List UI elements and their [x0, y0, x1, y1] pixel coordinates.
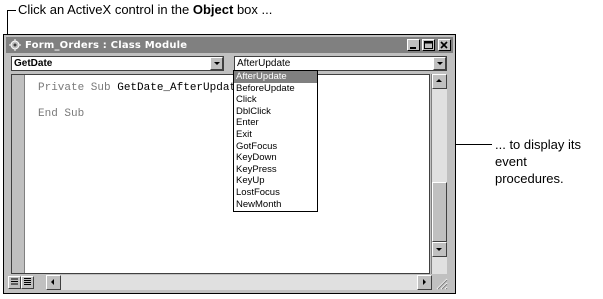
title-bar[interactable]: Form_Orders : Class Module: [6, 37, 453, 53]
callout-event-procedures: ... to display its event procedures.: [495, 137, 581, 186]
dropdown-item-keyup[interactable]: KeyUp: [234, 175, 317, 187]
procedure-combo-dropdown-button[interactable]: [433, 57, 446, 70]
callout-line-horizontal: [7, 10, 16, 11]
vba-module-icon[interactable]: [8, 38, 22, 52]
procedure-view-icon: [11, 278, 18, 285]
dropdown-item-afterupdate[interactable]: AfterUpdate: [234, 71, 317, 83]
vertical-scrollbar[interactable]: [431, 74, 447, 274]
scroll-down-button[interactable]: [432, 242, 447, 257]
minimize-button[interactable]: [407, 39, 420, 51]
dropdown-item-lostfocus[interactable]: LostFocus: [234, 187, 317, 199]
dropdown-item-newmonth[interactable]: NewMonth: [234, 199, 317, 211]
procedure-dropdown-list[interactable]: AfterUpdate BeforeUpdate Click DblClick Ente…: [233, 70, 318, 212]
procedure-combo[interactable]: AfterUpdate: [234, 56, 447, 71]
close-button[interactable]: [438, 39, 451, 51]
callout-object-box: Click an ActiveX control in the Object b…: [18, 2, 273, 17]
minimize-icon: [410, 47, 416, 49]
code-line-end-sub: End Sub: [38, 108, 85, 120]
close-icon: [440, 41, 448, 49]
dropdown-item-exit[interactable]: Exit: [234, 129, 317, 141]
dropdown-item-keypress[interactable]: KeyPress: [234, 164, 317, 176]
dropdown-item-keydown[interactable]: KeyDown: [234, 152, 317, 164]
dropdown-item-gotfocus[interactable]: GotFocus: [234, 141, 317, 153]
scroll-left-button[interactable]: [46, 275, 61, 290]
dropdown-item-enter[interactable]: Enter: [234, 117, 317, 129]
dropdown-item-click[interactable]: Click: [234, 94, 317, 106]
window-title: Form_Orders : Class Module: [25, 39, 188, 51]
resize-grip-icon[interactable]: [433, 275, 448, 290]
scroll-right-button[interactable]: [417, 275, 432, 290]
bottom-scroll-bar: [6, 275, 448, 290]
object-combo-dropdown-button[interactable]: [210, 57, 223, 70]
full-module-view-icon: [24, 278, 31, 285]
dropdown-item-dblclick[interactable]: DblClick: [234, 106, 317, 118]
code-editor[interactable]: Private Sub GetDate_AfterUpdat End Sub: [11, 74, 430, 274]
procedure-view-button[interactable]: [8, 276, 21, 289]
full-module-view-button[interactable]: [21, 276, 34, 289]
scroll-up-button[interactable]: [432, 74, 447, 89]
maximize-button[interactable]: [422, 39, 435, 51]
vertical-scroll-thumb[interactable]: [432, 182, 447, 242]
class-module-window: Form_Orders : Class Module GetDate After…: [3, 34, 456, 294]
horizontal-scrollbar[interactable]: [46, 275, 432, 290]
dropdown-item-beforeupdate[interactable]: BeforeUpdate: [234, 83, 317, 95]
margin-indicator-bar[interactable]: [12, 75, 25, 273]
code-line-sub-declaration: Private Sub GetDate_AfterUpdat: [38, 82, 237, 94]
maximize-icon: [424, 41, 433, 49]
object-combo[interactable]: GetDate: [11, 56, 224, 71]
